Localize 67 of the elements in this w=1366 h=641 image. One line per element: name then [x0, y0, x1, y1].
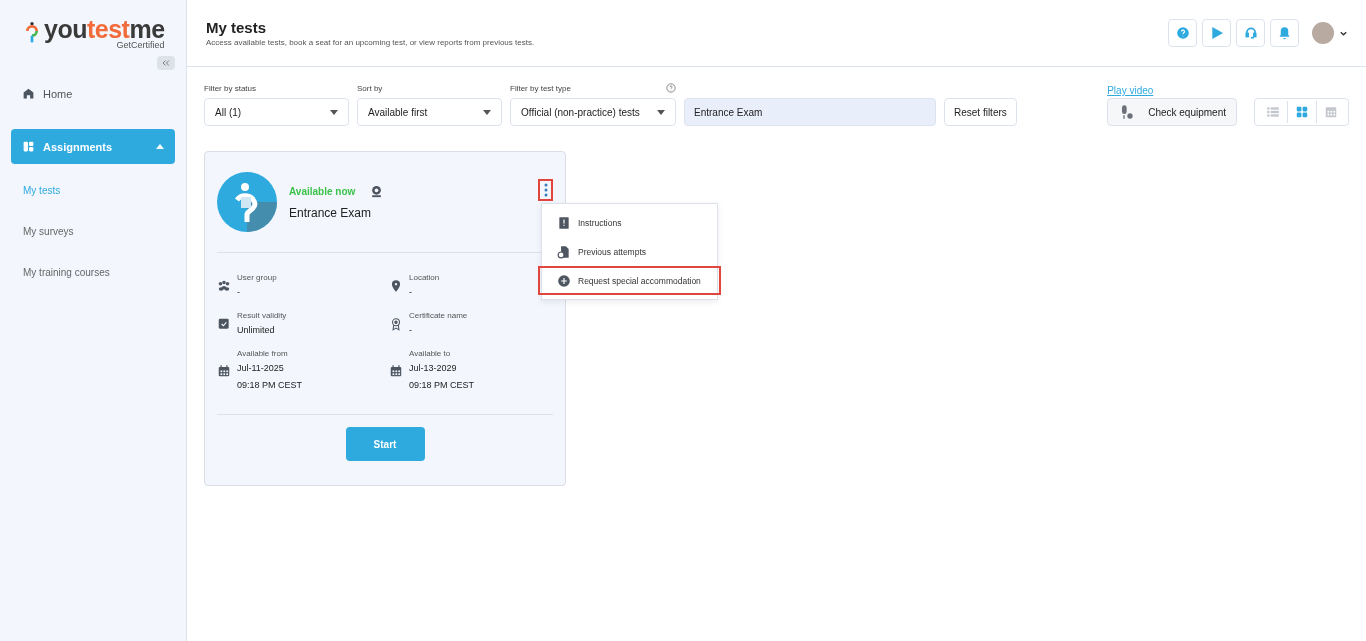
- filter-dropdown[interactable]: Official (non-practice) tests: [510, 98, 676, 126]
- checkbox-icon: [217, 317, 231, 331]
- detail-value: 09:18 PM CEST: [409, 379, 475, 392]
- detail-label: Certificate name: [409, 311, 468, 320]
- filter-label: Filter by status: [204, 84, 256, 93]
- help-circle-icon: [666, 83, 676, 93]
- home-icon: [22, 87, 35, 100]
- book-alert-icon: [557, 215, 571, 230]
- page-subtitle: Access available tests, book a seat for an upcoming test, or view reports from previous tests.: [206, 38, 535, 47]
- headset-icon: [1243, 26, 1258, 40]
- test-title: Entrance Exam: [289, 206, 373, 220]
- detail-value: -: [409, 324, 413, 337]
- reset-filters-button[interactable]: Reset filters: [944, 98, 1017, 126]
- detail-label: Result validity: [237, 311, 287, 320]
- calendar-icon: [389, 363, 403, 378]
- calendar-icon: [217, 363, 231, 378]
- page-title: My tests: [206, 19, 268, 36]
- logo-tagline: GetCertified: [116, 40, 165, 50]
- more-options-button[interactable]: [538, 179, 553, 201]
- calendar-view-icon: [1324, 105, 1338, 119]
- availability-status: Available now: [289, 186, 356, 197]
- location-pin-icon: [389, 279, 403, 293]
- filter-label: Filter by test type: [510, 83, 571, 93]
- detail-value: 09:18 PM CEST: [237, 379, 303, 392]
- logo-wordmark: youtestme: [44, 16, 165, 42]
- dashboard-icon: [22, 140, 35, 153]
- menu-item[interactable]: Instructions: [542, 208, 717, 237]
- detail-value: Jul-11-2025: [237, 362, 285, 375]
- menu-item[interactable]: Previous attempts: [542, 237, 717, 266]
- filter-label: Sort by: [357, 84, 383, 93]
- kebab-menu-icon: [543, 183, 548, 197]
- detail-label: Available to: [409, 349, 452, 358]
- detail-value: Jul-13-2029: [409, 362, 458, 375]
- detail-value: -: [237, 286, 241, 299]
- bell-icon: [1277, 25, 1292, 41]
- award-icon: [389, 317, 403, 331]
- detail-label: Location: [409, 273, 440, 282]
- detail-label: Available from: [237, 349, 289, 358]
- collapse-sidebar-button[interactable]: [157, 56, 175, 70]
- list-view-icon: [1265, 105, 1280, 119]
- menu-item[interactable]: Request special accommodation: [538, 266, 721, 295]
- grid-view-icon: [1295, 105, 1309, 119]
- sidebar-subitem[interactable]: My surveys: [11, 211, 175, 252]
- caret-icon: [657, 109, 665, 115]
- detail-label: User group: [237, 273, 277, 282]
- support-button[interactable]: [1236, 19, 1265, 47]
- caret-up-icon: [156, 144, 164, 149]
- sidebar-item[interactable]: Home: [11, 76, 175, 111]
- sidebar-subitem[interactable]: My training courses: [11, 252, 175, 293]
- detail-value: Unlimited: [237, 324, 276, 337]
- caret-icon: [483, 109, 491, 115]
- filter-dropdown[interactable]: All (1): [204, 98, 349, 126]
- check-equipment-button[interactable]: Check equipment: [1107, 98, 1237, 126]
- play-button[interactable]: [1202, 19, 1231, 47]
- test-avatar-icon: [217, 172, 277, 232]
- detail-value: -: [409, 286, 413, 299]
- help-button[interactable]: [1168, 19, 1197, 47]
- plus-circle-icon: [557, 273, 571, 288]
- search-field[interactable]: Entrance Exam: [684, 98, 936, 126]
- document-clock-icon: [557, 244, 571, 259]
- avatar[interactable]: [1312, 22, 1334, 44]
- help-icon: [1175, 26, 1190, 40]
- notifications-button[interactable]: [1270, 19, 1299, 47]
- caret-icon: [330, 109, 338, 115]
- double-chevron-left-icon: [161, 58, 171, 68]
- filter-dropdown[interactable]: Available first: [357, 98, 502, 126]
- people-icon: [217, 279, 231, 293]
